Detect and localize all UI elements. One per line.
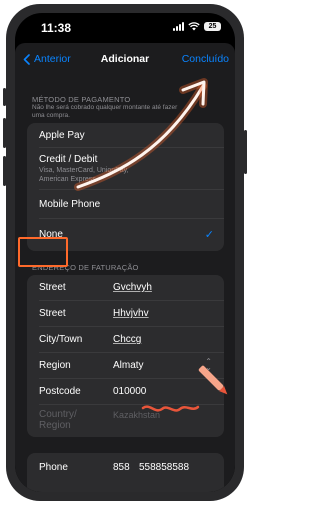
payment-option-sublabel: Visa, MasterCard, UnionPay, American Exp… bbox=[39, 167, 129, 183]
signal-icon bbox=[173, 22, 184, 31]
chevron-left-icon bbox=[23, 53, 30, 65]
payment-option-label: Apple Pay bbox=[39, 130, 85, 141]
payment-section-note: Não lhe será cobrado qualquer montante a… bbox=[32, 104, 178, 119]
chevron-up-down-icon: ⌃ ⌄ bbox=[205, 357, 212, 372]
back-label: Anterior bbox=[34, 53, 71, 65]
back-button[interactable]: Anterior bbox=[23, 53, 71, 65]
city-field[interactable]: City/Town Chccg bbox=[27, 327, 224, 352]
field-label: Postcode bbox=[39, 386, 81, 397]
power-button bbox=[244, 130, 247, 174]
phone-number[interactable]: 558858588 bbox=[139, 462, 189, 473]
field-value[interactable]: Chccg bbox=[113, 334, 141, 345]
street-line-1-field[interactable]: Street Gvchvyh bbox=[27, 275, 224, 300]
street-line-2-field[interactable]: Street Hhvjvhv bbox=[27, 301, 224, 326]
billing-address-form: Street Gvchvyh Street Hhvjvhv City/Town … bbox=[27, 275, 224, 437]
field-value[interactable]: 010000 bbox=[113, 386, 146, 397]
field-label: Region bbox=[39, 360, 71, 371]
checkmark-icon: ✓ bbox=[204, 229, 214, 241]
field-value[interactable]: Almaty bbox=[113, 360, 144, 371]
payment-option-label: Credit / Debit bbox=[39, 154, 98, 165]
postcode-field[interactable]: Postcode 010000 bbox=[27, 379, 224, 404]
region-field[interactable]: Region Almaty ⌃ ⌄ bbox=[27, 353, 224, 378]
payment-method-list: Apple Pay Credit / Debit Visa, MasterCar… bbox=[27, 123, 224, 251]
field-value[interactable]: Hhvjvhv bbox=[113, 308, 149, 319]
annotation-highlight-box bbox=[18, 237, 68, 267]
country-field: Country/ Region Kazakhstan bbox=[27, 405, 224, 437]
field-label: Street bbox=[39, 308, 66, 319]
phone-country-code[interactable]: 858 bbox=[113, 462, 130, 473]
phone-field[interactable]: Phone 858 558858588 bbox=[27, 453, 224, 492]
dynamic-island bbox=[93, 19, 155, 37]
field-label: Phone bbox=[39, 462, 68, 473]
payment-option-label: Mobile Phone bbox=[39, 199, 101, 210]
add-payment-sheet: Anterior Adicionar Concluído MÉTODO DE P… bbox=[15, 43, 235, 492]
field-value[interactable]: Gvchvyh bbox=[113, 282, 152, 293]
battery-icon: 25 bbox=[204, 22, 221, 31]
field-label: City/Town bbox=[39, 334, 83, 345]
done-button[interactable]: Concluído bbox=[182, 53, 229, 65]
status-bar: 11:38 25 bbox=[15, 13, 235, 43]
status-icons: 25 bbox=[173, 22, 221, 31]
payment-section-header: MÉTODO DE PAGAMENTO bbox=[32, 95, 131, 104]
wifi-icon bbox=[188, 22, 200, 31]
field-value: Kazakhstan bbox=[113, 410, 161, 420]
field-label: Street bbox=[39, 282, 66, 293]
nav-bar: Anterior Adicionar Concluído bbox=[15, 43, 235, 73]
payment-option-apple-pay[interactable]: Apple Pay bbox=[27, 123, 224, 147]
payment-option-mobile-phone[interactable]: Mobile Phone bbox=[27, 190, 224, 218]
payment-option-credit-debit[interactable]: Credit / Debit Visa, MasterCard, UnionPa… bbox=[27, 148, 224, 189]
status-time: 11:38 bbox=[41, 21, 72, 35]
field-label: Country/ Region bbox=[39, 409, 77, 431]
